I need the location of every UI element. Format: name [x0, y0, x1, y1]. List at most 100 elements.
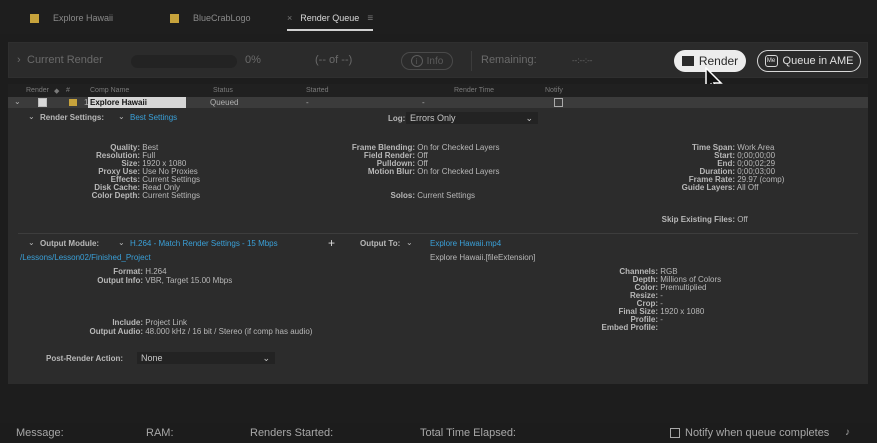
format-value: H.264 [145, 267, 167, 276]
add-output-module-icon[interactable]: + [328, 236, 335, 250]
info-button-label: Info [426, 55, 444, 67]
divider [471, 51, 472, 71]
tab-render-queue[interactable]: × Render Queue ≡ [287, 9, 374, 31]
tab-label: Render Queue [300, 13, 360, 23]
percent-label: 0% [245, 54, 261, 66]
post-render-dropdown-value: None [141, 353, 163, 363]
render-progress-bar [131, 55, 237, 68]
tab-bluecrablogo[interactable]: BlueCrabLogo [170, 9, 251, 27]
post-render-label: Post-Render Action: [46, 354, 124, 363]
tab-label: Explore Hawaii [53, 13, 114, 23]
post-render-dropdown[interactable]: None ⌄ [137, 352, 275, 364]
log-dropdown-value: Errors Only [410, 113, 456, 123]
output-info-key: Output Info: [97, 276, 143, 285]
output-audio-key: Output Audio: [89, 327, 143, 336]
notify-when-complete-label[interactable]: Notify when queue completes [685, 427, 829, 439]
header-comp-name[interactable]: Comp Name [90, 87, 129, 94]
header-notify[interactable]: Notify [545, 87, 563, 94]
render-icon [681, 56, 694, 66]
render-time-cell: - [422, 98, 425, 107]
output-to-link[interactable]: Explore Hawaii.mp4 [430, 239, 501, 248]
output-to-label: Output To: [360, 239, 401, 248]
started-cell: - [306, 98, 309, 107]
motion-blur-value: On for Checked Layers [417, 167, 500, 176]
status-cell: Queued [210, 98, 239, 107]
skip-existing-value: Off [737, 215, 748, 224]
format-key: Format: [113, 267, 143, 276]
notify-checkbox[interactable] [554, 98, 563, 107]
notify-when-complete-checkbox[interactable] [670, 428, 680, 438]
color-value: Premultiplied [660, 283, 707, 292]
notification-bell-icon: ♪ [845, 427, 850, 438]
skip-existing-key: Skip Existing Files: [661, 215, 735, 224]
current-render-label: Current Render [27, 54, 103, 66]
solos-value: Current Settings [417, 191, 476, 200]
chevron-down-icon: ⌄ [525, 113, 533, 123]
ram-label: RAM: [146, 427, 174, 439]
remaining-value: --:--:-- [572, 56, 593, 65]
label-color-swatch [30, 13, 39, 23]
info-button[interactable]: i Info [401, 52, 453, 70]
render-settings-dropdown-icon[interactable]: ⌄ [118, 112, 125, 121]
color-depth-value: Current Settings [142, 191, 201, 200]
render-count-label: (-- of --) [315, 54, 353, 66]
tab-explore-hawaii[interactable]: Explore Hawaii [30, 9, 113, 27]
solos-key: Solos: [390, 191, 415, 200]
render-button-label: Render [698, 54, 739, 68]
log-label: Log: [388, 114, 406, 123]
chevron-down-icon[interactable]: ⌄ [14, 97, 21, 106]
section-divider [18, 233, 858, 234]
label-color-swatch[interactable] [69, 99, 77, 106]
output-to-dropdown-icon[interactable]: ⌄ [406, 238, 413, 247]
queue-item-row[interactable]: ⌄ 1 Explore Hawaii Queued - - [8, 97, 868, 108]
output-info-value: VBR, Target 15.00 Mbps [145, 276, 233, 285]
start-key: Start: [714, 151, 735, 160]
output-path-link[interactable]: /Lessons/Lesson02/Finished_Project [20, 253, 151, 262]
output-module-link[interactable]: H.264 - Match Render Settings - 15 Mbps [130, 239, 278, 248]
header-render-time[interactable]: Render Time [454, 87, 494, 94]
header-started[interactable]: Started [306, 87, 329, 94]
label-tag-icon[interactable]: ◆ [54, 87, 59, 95]
queue-in-ame-label: Queue in AME [782, 55, 854, 67]
queue-item-details: ⌄ Render Settings: ⌄ Best Settings Log: … [8, 108, 868, 384]
queue-column-headers: Render ◆ # Comp Name Status Started Rend… [8, 84, 868, 97]
remaining-label: Remaining: [481, 54, 537, 66]
output-audio-value: 48.000 kHz / 16 bit / Stereo (if comp ha… [145, 327, 313, 336]
chevron-down-icon[interactable]: ⌄ [28, 238, 35, 247]
color-depth-key: Color Depth: [91, 191, 140, 200]
render-checkbox[interactable] [38, 98, 47, 107]
comp-name-cell[interactable]: Explore Hawaii [88, 97, 186, 108]
close-icon[interactable]: × [287, 13, 292, 23]
message-label: Message: [16, 427, 64, 439]
embed-profile-key: Embed Profile: [601, 323, 658, 332]
output-file-template: Explore Hawaii.[fileExtension] [430, 253, 536, 262]
motion-blur-key: Motion Blur: [367, 167, 415, 176]
include-key: Include: [112, 318, 143, 327]
status-bar: Message: RAM: Renders Started: Total Tim… [0, 423, 877, 443]
queue-in-ame-button[interactable]: Me Queue in AME [757, 50, 861, 72]
render-settings-link[interactable]: Best Settings [130, 113, 177, 122]
media-encoder-icon: Me [764, 55, 778, 67]
tab-label: BlueCrabLogo [193, 13, 251, 23]
guide-layers-key: Guide Layers: [681, 183, 735, 192]
output-module-dropdown-icon[interactable]: ⌄ [118, 238, 125, 247]
active-tab-underline [287, 29, 374, 31]
renders-started-label: Renders Started: [250, 427, 334, 439]
panel-menu-icon[interactable]: ≡ [367, 13, 373, 24]
final-size-value: 1920 x 1080 [660, 307, 705, 316]
header-render[interactable]: Render [26, 87, 49, 94]
render-toolbar: › Current Render 0% (-- of --) i Info Re… [8, 42, 868, 78]
tab-bar: Explore Hawaii BlueCrabLogo × Render Que… [0, 0, 877, 34]
total-time-elapsed-label: Total Time Elapsed: [420, 427, 516, 439]
chevron-down-icon[interactable]: ⌄ [28, 112, 35, 121]
header-status[interactable]: Status [213, 87, 233, 94]
output-module-label: Output Module: [40, 239, 100, 248]
include-value: Project Link [145, 318, 188, 327]
render-settings-label: Render Settings: [40, 113, 105, 122]
info-icon: i [410, 55, 423, 67]
header-number[interactable]: # [66, 87, 70, 94]
log-dropdown[interactable]: Errors Only ⌄ [406, 112, 538, 124]
chevron-down-icon: ⌄ [262, 353, 270, 363]
guide-layers-value: All Off [736, 183, 759, 192]
chevron-right-icon[interactable]: › [17, 54, 21, 66]
